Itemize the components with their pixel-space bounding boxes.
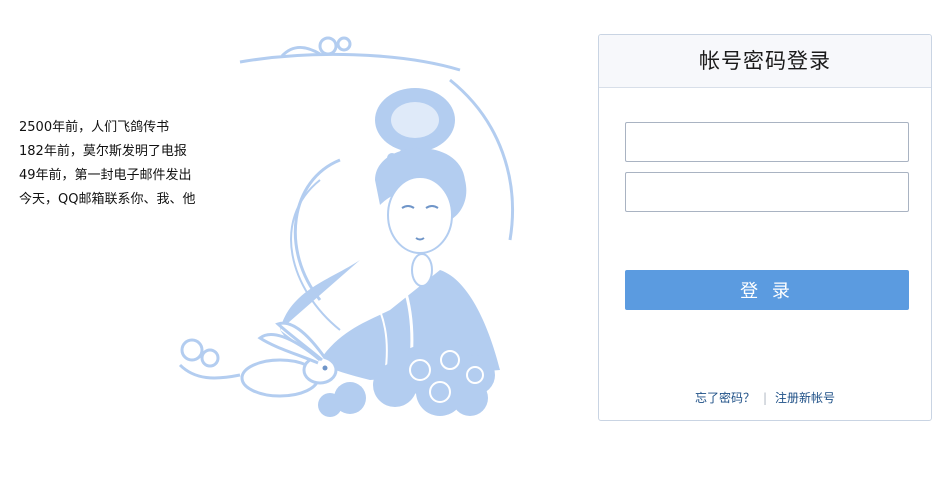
intro-line: 182年前，莫尔斯发明了电报 — [19, 144, 187, 159]
register-link[interactable]: 注册新帐号 — [775, 391, 835, 405]
intro-line: 49年前，第一封电子邮件发出 — [19, 168, 192, 183]
moon-goddess-illustration — [178, 36, 514, 417]
intro-line: 2500年前，人们飞鸽传书 — [19, 120, 170, 135]
account-input[interactable] — [625, 122, 909, 162]
password-input[interactable] — [625, 172, 909, 212]
intro-line: 今天，QQ邮箱联系你、我、他 — [19, 192, 196, 207]
login-title: 帐号密码登录 — [599, 35, 931, 88]
forgot-password-link[interactable]: 忘了密码？ — [695, 391, 755, 405]
link-separator: | — [762, 391, 768, 405]
login-panel: 帐号密码登录 登 录 忘了密码？ | 注册新帐号 — [598, 34, 932, 421]
login-page: 2500年前，人们飞鸽传书 182年前，莫尔斯发明了电报 49年前，第一封电子邮… — [0, 0, 946, 483]
account-links: 忘了密码？ | 注册新帐号 — [599, 389, 931, 406]
login-button[interactable]: 登 录 — [625, 270, 909, 310]
intro-text: 2500年前，人们飞鸽传书 182年前，莫尔斯发明了电报 49年前，第一封电子邮… — [19, 116, 195, 212]
